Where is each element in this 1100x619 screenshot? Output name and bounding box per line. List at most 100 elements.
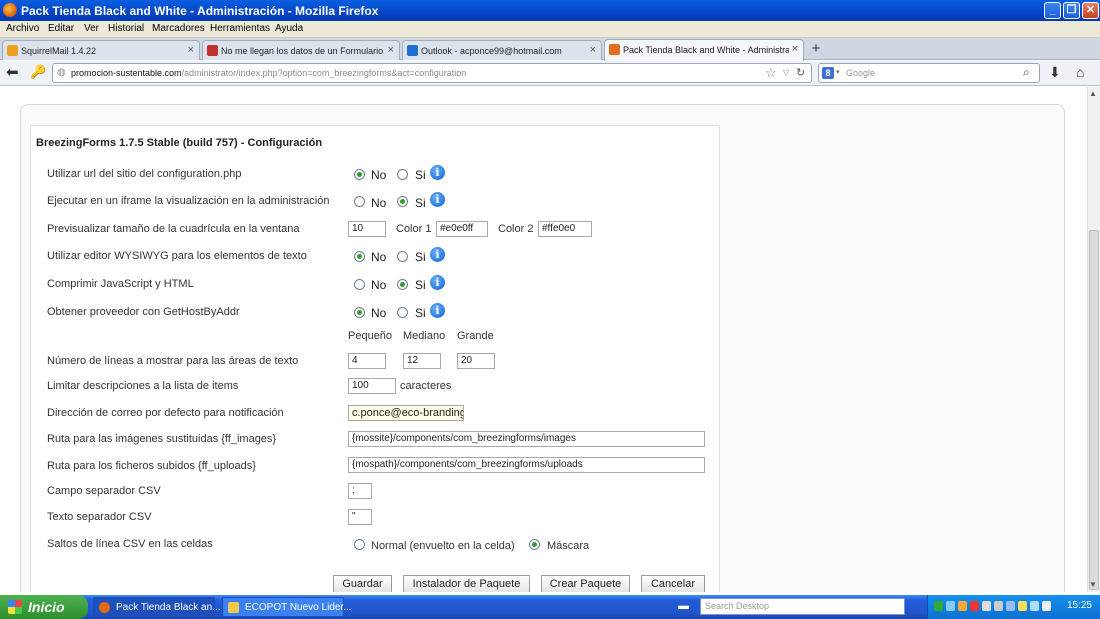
task-firefox[interactable]: Pack Tienda Black an... — [93, 597, 221, 617]
textarea-lines-medium-input[interactable]: 12 — [403, 353, 441, 369]
wysiwyg-si-radio[interactable] — [397, 251, 408, 262]
address-bar[interactable]: ◍ promocion-sustentable.com/administrato… — [52, 63, 812, 83]
search-magnifier-icon[interactable]: ⌕ — [1023, 65, 1030, 80]
setting-label-textarea-lines: Número de líneas a mostrar para las área… — [47, 355, 299, 367]
menu-marcadores[interactable]: Marcadores — [152, 23, 205, 34]
desc-limit-input[interactable]: 100 — [348, 378, 396, 394]
linebreak-mask-radio[interactable] — [529, 539, 540, 550]
page-scrollbar[interactable]: ▲ ▼ — [1087, 87, 1100, 592]
site-url-si-radio[interactable] — [397, 169, 408, 180]
iframe-no-radio[interactable] — [354, 196, 365, 207]
images-path-input[interactable]: {mossite}/components/com_breezingforms/i… — [348, 431, 705, 447]
color2-label: Color 2 — [498, 223, 534, 235]
search-engine-dropdown-icon[interactable]: ▾ — [836, 68, 840, 76]
search-bar[interactable]: 8 ▾ Google ⌕ — [818, 63, 1040, 83]
csv-text-separator-input[interactable]: " — [348, 509, 372, 525]
close-window-button[interactable]: ✕ — [1082, 2, 1099, 19]
tab-pack-tienda[interactable]: Pack Tienda Black and White - Administra… — [604, 39, 804, 61]
menu-ver[interactable]: Ver — [84, 23, 99, 34]
task-label: Pack Tienda Black an... — [116, 602, 221, 613]
tray-icon[interactable] — [946, 601, 955, 611]
window-titlebar: Pack Tienda Black and White - Administra… — [0, 0, 1100, 21]
color1-input[interactable]: #e0e0ff — [436, 221, 488, 237]
color1-label: Color 1 — [396, 223, 432, 235]
color2-input[interactable]: #ffe0e0 — [538, 221, 592, 237]
scroll-thumb[interactable] — [1089, 230, 1099, 590]
cancel-button[interactable]: Cancelar — [641, 575, 705, 592]
info-icon[interactable]: i — [430, 247, 445, 262]
gethost-si-radio[interactable] — [397, 307, 408, 318]
tray-icon[interactable] — [1042, 601, 1051, 611]
menu-historial[interactable]: Historial — [108, 23, 144, 34]
tab-label: No me llegan los datos de un Formulario … — [221, 46, 385, 56]
csv-field-separator-input[interactable]: ; — [348, 483, 372, 499]
tab-squirrelmail[interactable]: SquirrelMail 1.4.22 × — [2, 40, 200, 60]
save-button[interactable]: Guardar — [333, 575, 392, 592]
tray-icon[interactable] — [1030, 601, 1039, 611]
tab-formulario[interactable]: No me llegan los datos de un Formulario … — [202, 40, 400, 60]
wysiwyg-no-radio[interactable] — [354, 251, 365, 262]
start-button[interactable]: Inicio — [0, 595, 88, 619]
site-url-no-radio[interactable] — [354, 169, 365, 180]
close-tab-icon[interactable]: × — [388, 44, 394, 56]
info-icon[interactable]: i — [430, 192, 445, 207]
windows-flag-icon — [8, 600, 22, 614]
restore-button[interactable]: ❐ — [1063, 2, 1080, 19]
desktop-search-icon[interactable]: ⌕ — [889, 600, 895, 613]
system-tray: 15:25 — [927, 595, 1100, 619]
tray-icon[interactable] — [958, 601, 967, 611]
tray-icon[interactable] — [1018, 601, 1027, 611]
gethost-no-radio[interactable] — [354, 307, 365, 318]
menu-bar: Archivo Editar Ver Historial Marcadores … — [0, 21, 1100, 38]
tray-icon[interactable] — [934, 601, 943, 611]
network-icon[interactable] — [994, 601, 1003, 611]
task-ecopot[interactable]: ECOPOT Nuevo Lider... — [222, 597, 352, 617]
compress-no-radio[interactable] — [354, 279, 365, 290]
iframe-si-radio[interactable] — [397, 196, 408, 207]
history-dropdown-icon[interactable]: ▽ — [783, 68, 789, 77]
keyboard-icon[interactable]: ▬ — [678, 600, 689, 612]
tab-outlook[interactable]: Outlook - acponce99@hotmail.com × — [402, 40, 602, 60]
tray-icon[interactable] — [1006, 601, 1015, 611]
close-tab-icon[interactable]: × — [792, 43, 798, 55]
menu-herramientas[interactable]: Herramientas — [210, 23, 270, 34]
compress-si-radio[interactable] — [397, 279, 408, 290]
notification-email-input[interactable]: c.ponce@eco-branding — [348, 405, 464, 421]
minimize-button[interactable]: _ — [1044, 2, 1061, 19]
home-icon[interactable]: ⌂ — [1076, 64, 1084, 80]
create-package-button[interactable]: Crear Paquete — [541, 575, 630, 592]
identity-icon[interactable]: 🔑 — [30, 64, 46, 80]
task-label: ECOPOT Nuevo Lider... — [245, 602, 352, 613]
scroll-down-icon[interactable]: ▼ — [1089, 580, 1097, 589]
close-tab-icon[interactable]: × — [590, 44, 596, 56]
menu-archivo[interactable]: Archivo — [6, 23, 39, 34]
back-arrow-icon[interactable]: ⬅ — [6, 63, 19, 81]
menu-editar[interactable]: Editar — [48, 23, 74, 34]
forum-icon — [207, 45, 218, 56]
menu-ayuda[interactable]: Ayuda — [275, 23, 303, 34]
bookmark-star-icon[interactable]: ☆ — [765, 65, 777, 81]
download-icon[interactable]: ⬇ — [1049, 64, 1061, 81]
new-tab-button[interactable]: + — [807, 40, 825, 58]
tray-icon[interactable] — [970, 601, 979, 611]
volume-icon[interactable] — [982, 601, 991, 611]
uploads-path-input[interactable]: {mospath}/components/com_breezingforms/u… — [348, 457, 705, 473]
grid-size-input[interactable]: 10 — [348, 221, 386, 237]
info-icon[interactable]: i — [430, 275, 445, 290]
scroll-up-icon[interactable]: ▲ — [1089, 89, 1097, 98]
package-installer-button[interactable]: Instalador de Paquete — [403, 575, 530, 592]
textarea-lines-small-input[interactable]: 4 — [348, 353, 386, 369]
radio-label-no: No — [371, 168, 387, 182]
textarea-lines-large-input[interactable]: 20 — [457, 353, 495, 369]
size-header-large: Grande — [457, 330, 494, 342]
tab-label: Pack Tienda Black and White - Administra… — [623, 45, 789, 55]
desktop-search-input[interactable]: Search Desktop — [700, 598, 905, 615]
close-tab-icon[interactable]: × — [188, 44, 194, 56]
radio-label-si: Si — [415, 168, 426, 182]
reload-icon[interactable]: ↻ — [796, 66, 805, 79]
setting-label-gethost: Obtener proveedor con GetHostByAddr — [47, 306, 240, 318]
info-icon[interactable]: i — [430, 165, 445, 180]
info-icon[interactable]: i — [430, 303, 445, 318]
size-header-medium: Mediano — [403, 330, 446, 342]
linebreak-normal-radio[interactable] — [354, 539, 365, 550]
